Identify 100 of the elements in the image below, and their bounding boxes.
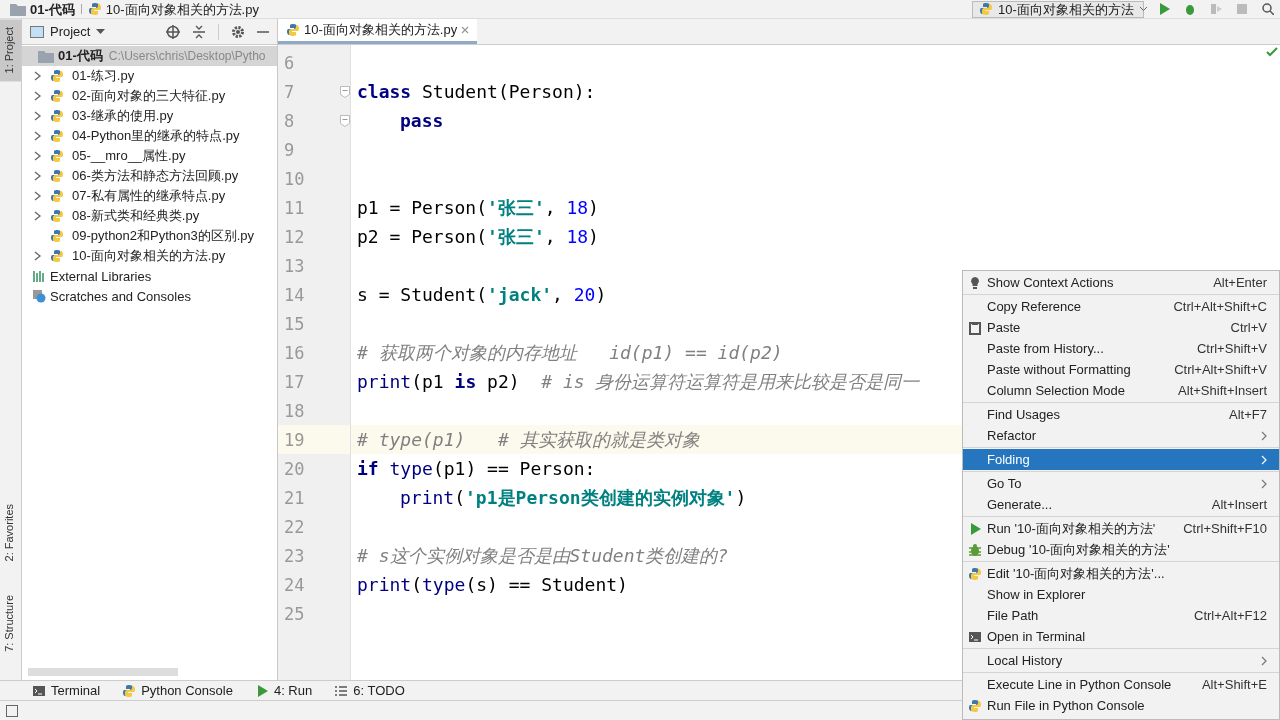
line-number: 14 <box>284 284 305 305</box>
python-file-icon <box>50 129 64 143</box>
project-view-dropdown[interactable]: Project <box>30 24 106 39</box>
file-name[interactable]: 01-练习.py <box>72 67 135 85</box>
chevron-right-icon[interactable] <box>34 191 42 201</box>
python-file-icon <box>50 149 64 163</box>
folder-icon <box>10 2 26 16</box>
tool-window-button[interactable]: Python Console <box>122 683 233 698</box>
tool-window-button[interactable]: 4: Run <box>254 683 313 698</box>
run-icon <box>968 521 982 536</box>
menu-item[interactable]: Run '10-面向对象相关的方法' Ctrl+Shift+F10 <box>963 518 1279 539</box>
file-name[interactable]: 09-python2和Python3的区别.py <box>72 227 255 245</box>
search-icon[interactable] <box>1262 3 1274 15</box>
line-number: 17 <box>284 371 305 392</box>
line-number: 13 <box>284 255 305 276</box>
menu-item[interactable]: Generate... Alt+Insert <box>963 494 1279 515</box>
chevron-right-icon[interactable] <box>34 111 42 121</box>
fold-marker-icon[interactable] <box>340 85 350 98</box>
chevron-right-icon[interactable] <box>34 91 42 101</box>
line-number: 24 <box>284 574 305 595</box>
menu-item[interactable]: Find Usages Alt+F7 <box>963 404 1279 425</box>
folder-path: C:\Users\chris\Desktop\Pytho <box>108 49 266 63</box>
line-number: 11 <box>284 197 305 218</box>
folder-name: 01-代码 <box>58 47 103 65</box>
line-number: 22 <box>284 516 305 537</box>
menu-item[interactable]: Paste from History... Ctrl+Shift+V <box>963 338 1279 359</box>
line-number: 8 <box>284 110 295 131</box>
code-line: if type(p1) == Person: <box>357 458 596 479</box>
menu-item[interactable]: Refactor <box>963 425 1279 446</box>
menu-item[interactable]: Edit '10-面向对象相关的方法'... <box>963 563 1279 584</box>
code-line: # s这个实例对象是否是由Student类创建的? <box>357 543 729 568</box>
menu-item[interactable]: Run File in Python Console <box>963 695 1279 716</box>
tool-window-tab[interactable]: 7: Structure <box>0 587 21 660</box>
run-icon[interactable] <box>1158 3 1170 15</box>
menu-item[interactable]: Open in Terminal <box>963 626 1279 647</box>
code-line: print('p1是Person类创建的实例对象') <box>400 485 747 510</box>
file-name[interactable]: 03-继承的使用.py <box>72 107 174 125</box>
breadcrumb[interactable]: 10-面向对象相关的方法.py <box>105 1 259 17</box>
python-file-icon <box>50 89 64 103</box>
menu-item[interactable]: Show Context Actions Alt+Enter <box>963 272 1279 293</box>
line-number: 23 <box>284 545 305 566</box>
menu-item[interactable]: Go To <box>963 473 1279 494</box>
line-number: 7 <box>284 81 295 102</box>
tree-item[interactable]: External Libraries <box>50 268 152 284</box>
list-icon <box>334 683 349 698</box>
menu-item[interactable]: Local History <box>963 650 1279 671</box>
python-file-icon <box>50 69 64 83</box>
clipboard-icon <box>968 320 982 335</box>
file-name[interactable]: 07-私有属性的继承特点.py <box>72 187 226 205</box>
menu-item[interactable]: Copy Reference Ctrl+Alt+Shift+C <box>963 296 1279 317</box>
locate-icon[interactable] <box>166 24 180 39</box>
tree-item[interactable]: Scratches and Consoles <box>50 288 191 304</box>
run-configuration-dropdown[interactable]: 10-面向对象相关的方法 <box>972 0 1144 18</box>
file-name[interactable]: 08-新式类和经典类.py <box>72 207 200 225</box>
tool-window-tab[interactable]: 2: Favorites <box>0 495 21 570</box>
file-name[interactable]: 10-面向对象相关的方法.py <box>72 247 226 265</box>
line-number: 25 <box>284 603 305 624</box>
breadcrumb[interactable]: 01-代码 <box>30 1 75 17</box>
python-file-icon <box>122 683 137 698</box>
terminal-icon <box>968 629 982 644</box>
code-line: # 获取两个对象的内存地址 id(p1) == id(p2) <box>357 340 783 365</box>
collapse-all-icon[interactable] <box>192 24 206 39</box>
python-file-icon <box>87 2 102 16</box>
chevron-right-icon[interactable] <box>34 171 42 181</box>
menu-item[interactable]: Show in Explorer <box>963 584 1279 605</box>
chevron-down-icon <box>1138 6 1148 12</box>
python-file-icon <box>50 209 64 223</box>
python-file-icon <box>968 698 982 713</box>
tool-window-button[interactable]: Terminal <box>32 683 101 698</box>
python-file-icon <box>50 189 64 203</box>
menu-item[interactable]: Paste without Formatting Ctrl+Alt+Shift+V <box>963 359 1279 380</box>
line-number: 15 <box>284 313 305 334</box>
editor-tab[interactable]: 10-面向对象相关的方法.py <box>278 19 478 44</box>
file-name[interactable]: 04-Python里的继承的特点.py <box>72 127 240 145</box>
chevron-right-icon[interactable] <box>34 131 42 141</box>
menu-item[interactable]: Folding <box>963 449 1279 470</box>
fold-marker-icon[interactable] <box>340 114 350 127</box>
menu-item[interactable]: Column Selection Mode Alt+Shift+Insert <box>963 380 1279 401</box>
close-icon[interactable] <box>461 26 470 34</box>
chevron-right-icon[interactable] <box>34 251 42 261</box>
file-name[interactable]: 02-面向对象的三大特征.py <box>72 87 226 105</box>
menu-item[interactable]: Debug '10-面向对象相关的方法' <box>963 539 1279 560</box>
file-name[interactable]: 06-类方法和静态方法回顾.py <box>72 167 239 185</box>
chevron-right-icon[interactable] <box>34 151 42 161</box>
menu-item[interactable]: Paste Ctrl+V <box>963 317 1279 338</box>
tool-window-button[interactable]: 6: TODO <box>334 683 405 698</box>
layout-icon[interactable] <box>6 704 18 717</box>
scrollbar-thumb[interactable] <box>28 668 178 676</box>
tool-window-tab[interactable]: 1: Project <box>0 19 21 82</box>
chevron-right-icon[interactable] <box>34 211 42 221</box>
settings-icon[interactable] <box>231 24 245 39</box>
python-file-icon <box>50 229 64 243</box>
file-name[interactable]: 05-__mro__属性.py <box>72 147 186 165</box>
menu-item[interactable]: File Path Ctrl+Alt+F12 <box>963 605 1279 626</box>
window-icon <box>30 25 44 38</box>
python-file-icon <box>286 23 300 37</box>
chevron-right-icon[interactable] <box>34 71 42 81</box>
python-file-icon <box>50 109 64 123</box>
menu-item[interactable]: Execute Line in Python Console Alt+Shift+E <box>963 674 1279 695</box>
library-icon <box>32 269 46 283</box>
